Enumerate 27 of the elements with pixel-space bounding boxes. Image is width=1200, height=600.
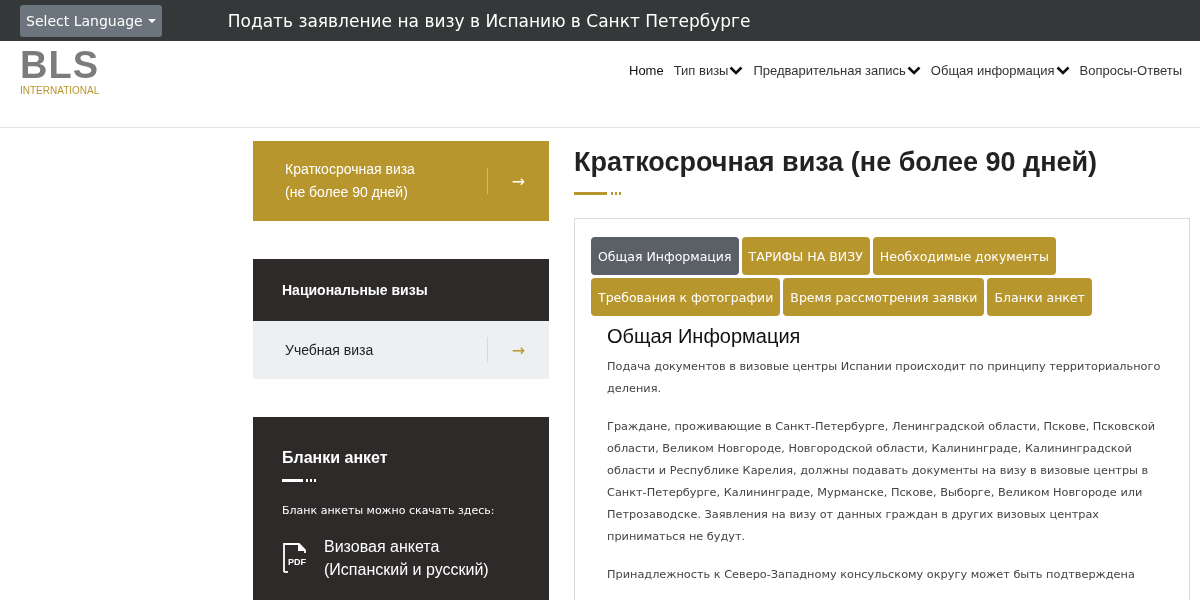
caret-icon [147,18,156,23]
card-text: Бланк анкеты можно скачать здесь: [282,504,496,517]
page-title: Подать заявление на визу в Испанию в Санкт Петербурге [227,10,751,31]
card-title: Национальные визы [282,282,428,298]
card-title: Бланки анкет [282,449,389,467]
section-title: Общая Информация [607,325,802,348]
logo-mark[interactable]: BLS [20,45,100,85]
language-select[interactable]: Select Language [20,4,162,37]
arrow-icon: → [488,171,549,191]
logo-subtitle: INTERNATIONAL [20,85,100,96]
paragraph: Принадлежность к Северо-Западному консульскому округу может быть подтверждена [607,567,1136,583]
card-title: Краткосрочная виза (не более 90 дней) [285,160,416,202]
nav-link[interactable]: Тип визы [673,63,744,78]
title-underline [282,479,316,482]
page-heading: Краткосрочная виза (не более 90 дней) [574,146,1099,179]
nav-link[interactable]: Общая информация [930,63,1070,78]
sidebar-item[interactable]: Учебная виза → [253,321,549,379]
download-link[interactable]: Визовая анкета (Испанский и русский) [324,535,489,581]
nav-link[interactable]: Предварительная запись [753,63,921,78]
nav-link[interactable]: Home [629,63,664,78]
heading-underline [574,192,622,195]
nav-link[interactable]: Вопросы-Ответы [1079,63,1182,78]
paragraph: Граждане, проживающие в Санкт-Петербурге, Ленинградской области, Пскове, Псковской области, Великом Новгороде, Новгородской области, Калининграде, Калининградской области и Республике Карелия, должны подавать документы на визу в визовые центры в Санкт-Петербурге, Калининграде, Мурманске, Пскове, Выборге, Великом Новгороде или Петрозаводске. Заявления на визу от данных граждан в других визовых центрах приниматься не будут. [607,419,1157,545]
item-label: Учебная виза [285,342,375,358]
tab[interactable]: Общая Информация [591,237,739,275]
paragraph: Подача документов в визовые центры Испании происходит по принципу территориального деления. [607,359,1162,397]
arrow-icon: → [488,340,549,360]
